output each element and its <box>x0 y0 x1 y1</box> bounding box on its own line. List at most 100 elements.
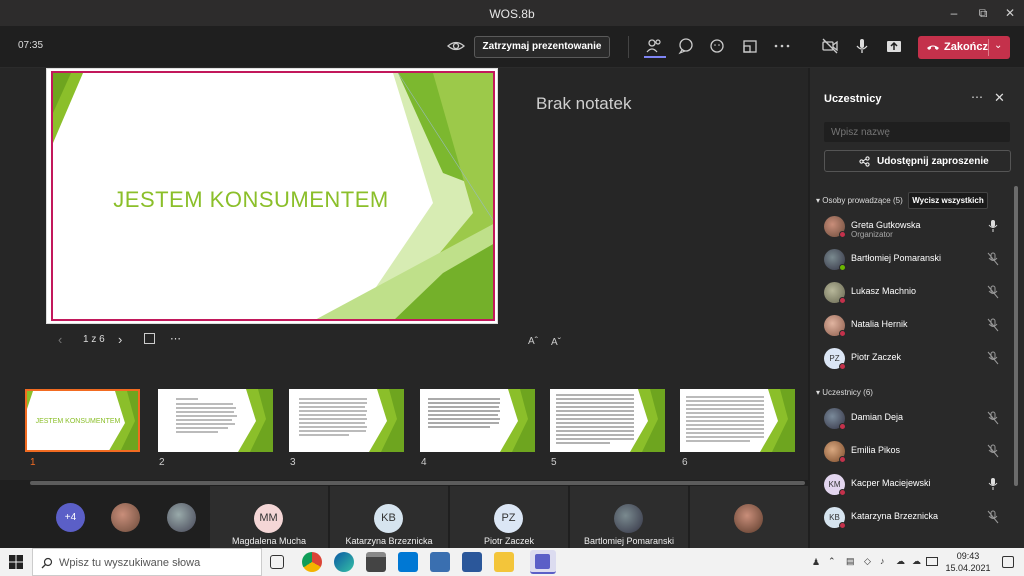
window-title: WOS.8b <box>489 7 535 21</box>
panel-scrollbar[interactable] <box>1014 186 1018 486</box>
slide-thumbnail[interactable]: JESTEM KONSUMENTEM <box>25 389 140 452</box>
mic-off-icon[interactable] <box>987 285 999 299</box>
taskbar-search-box[interactable]: Wpisz tu wyszukiwane słowa <box>32 548 262 576</box>
reactions-icon[interactable] <box>708 36 728 56</box>
tray-cloud-icon[interactable]: ☁ <box>896 556 905 567</box>
edge-icon[interactable] <box>334 552 354 572</box>
mute-all-button[interactable]: Wycisz wszystkich <box>908 192 988 209</box>
meeting-timer: 07:35 <box>18 40 44 51</box>
more-icon[interactable] <box>772 36 792 56</box>
mail-icon[interactable] <box>398 552 418 572</box>
participant-row[interactable]: KB Katarzyna Brzeznicka <box>824 507 1010 531</box>
minimize-icon[interactable]: – <box>945 4 963 22</box>
share-invite-button[interactable]: Udostępnij zaproszenie <box>824 150 1011 172</box>
slide-number: 6 <box>682 457 688 468</box>
store-icon[interactable] <box>366 552 386 572</box>
tray-volume-icon[interactable]: ♪ <box>880 556 885 566</box>
explorer-icon[interactable] <box>494 552 514 572</box>
tray-people-icon[interactable]: ♟ <box>812 557 820 568</box>
window-titlebar: WOS.8b – ⧉ ✕ <box>0 0 1024 26</box>
status-badge <box>839 297 846 304</box>
chat-icon[interactable] <box>676 36 696 56</box>
video-tile[interactable]: KB Katarzyna Brzeznicka <box>330 486 448 548</box>
clock-time: 09:43 <box>956 551 980 561</box>
participant-row[interactable]: KM Kacper Maciejewski <box>824 474 1010 498</box>
mic-off-icon[interactable] <box>987 318 999 332</box>
previous-slide-icon[interactable]: ‹ <box>58 332 62 347</box>
mic-off-icon[interactable] <box>987 252 999 266</box>
slide-thumbnail[interactable] <box>158 389 273 452</box>
participant-row[interactable]: Damian Deja <box>824 408 1010 432</box>
mic-icon[interactable] <box>987 477 999 491</box>
participant-row[interactable]: Natalia Hernik <box>824 315 1010 339</box>
slide-number: 4 <box>421 457 427 468</box>
tray-network-icon[interactable]: ▤ <box>846 556 855 567</box>
mic-icon[interactable] <box>852 36 872 56</box>
video-tile[interactable]: MM Magdalena Mucha <box>210 486 328 548</box>
mic-off-icon[interactable] <box>987 351 999 365</box>
video-tile[interactable] <box>690 486 808 548</box>
calculator-icon[interactable] <box>430 552 450 572</box>
eye-icon[interactable] <box>446 36 466 56</box>
task-view-icon[interactable] <box>270 555 284 569</box>
status-badge <box>839 522 846 529</box>
participant-name: Damian Deja <box>851 412 904 422</box>
participant-name: Lukasz Machnio <box>851 286 917 296</box>
stop-presenting-button[interactable]: Zatrzymaj prezentowanie <box>474 36 610 58</box>
slide-thumbnail[interactable] <box>550 389 665 452</box>
mic-off-icon[interactable] <box>987 411 999 425</box>
avatar[interactable] <box>111 503 140 532</box>
participant-search-input[interactable] <box>824 122 1010 142</box>
mic-off-icon[interactable] <box>987 510 999 524</box>
collapse-icon: ▾ <box>816 196 821 205</box>
font-increase-icon[interactable]: Aˆ <box>528 336 538 347</box>
maximize-icon[interactable]: ⧉ <box>974 4 992 22</box>
panel-title: Uczestnicy <box>824 93 882 105</box>
participants-icon[interactable] <box>644 36 664 56</box>
chrome-icon[interactable] <box>302 552 322 572</box>
panel-more-icon[interactable]: ⋯ <box>971 90 983 104</box>
notifications-icon[interactable] <box>1002 556 1014 568</box>
attendees-section-header[interactable]: ▾ Uczestnicy (6) <box>816 388 873 397</box>
slide-thumbnail[interactable] <box>420 389 535 452</box>
next-slide-icon[interactable]: › <box>118 332 122 347</box>
end-call-button[interactable]: Zakończ ⌄ <box>918 36 1010 59</box>
phone-hangup-icon <box>927 45 939 50</box>
panel-close-icon[interactable]: ✕ <box>994 90 1005 106</box>
mic-icon[interactable] <box>987 219 999 233</box>
word-icon[interactable] <box>462 552 482 572</box>
filmstrip-scrollbar[interactable] <box>30 481 805 485</box>
teams-icon[interactable] <box>530 550 556 574</box>
taskbar-clock[interactable]: 09:43 15.04.2021 <box>944 550 992 574</box>
tray-onedrive-icon[interactable]: ☁ <box>912 556 921 567</box>
chevron-down-icon[interactable]: ⌄ <box>994 40 1002 51</box>
page-indicator: 1 z 6 <box>83 334 105 345</box>
camera-off-icon[interactable] <box>820 36 840 56</box>
overflow-participants-button[interactable]: +4 <box>56 503 85 532</box>
presenters-section-header[interactable]: ▾ Osoby prowadzące (5) <box>816 196 903 205</box>
video-tile[interactable]: Bartlomiej Pomaranski <box>570 486 688 548</box>
participant-row[interactable]: Bartłomiej Pomaranski <box>824 249 1010 273</box>
tray-chevron-icon[interactable]: ⌃ <box>828 556 836 567</box>
participant-row[interactable]: Lukasz Machnio <box>824 282 1010 306</box>
tray-wifi-icon[interactable]: ◇ <box>864 556 871 567</box>
slide-more-icon[interactable]: ⋯ <box>170 332 181 345</box>
participant-name: Bartłomiej Pomaranski <box>851 253 942 263</box>
mic-off-icon[interactable] <box>987 444 999 458</box>
slide-thumbnail[interactable] <box>289 389 404 452</box>
close-icon[interactable]: ✕ <box>1001 4 1019 22</box>
participant-row[interactable]: Emilia Pikos <box>824 441 1010 465</box>
avatar[interactable] <box>167 503 196 532</box>
participant-name: Piotr Zaczek <box>851 352 902 362</box>
slide-thumbnail[interactable] <box>680 389 795 452</box>
participant-role: Organizator <box>851 230 893 239</box>
share-icon[interactable] <box>884 36 904 56</box>
video-tile[interactable]: PZ Piotr Zaczek <box>450 486 568 548</box>
windows-start-icon[interactable] <box>9 555 23 569</box>
tray-keyboard-icon[interactable] <box>926 557 938 566</box>
participant-row[interactable]: Greta Gutkowska Organizator <box>824 216 1010 240</box>
participant-row[interactable]: PZ Piotr Zaczek <box>824 348 1010 372</box>
font-decrease-icon[interactable]: Aˇ <box>551 337 561 348</box>
rooms-icon[interactable] <box>740 36 760 56</box>
slide-sorter-icon[interactable] <box>144 333 155 344</box>
